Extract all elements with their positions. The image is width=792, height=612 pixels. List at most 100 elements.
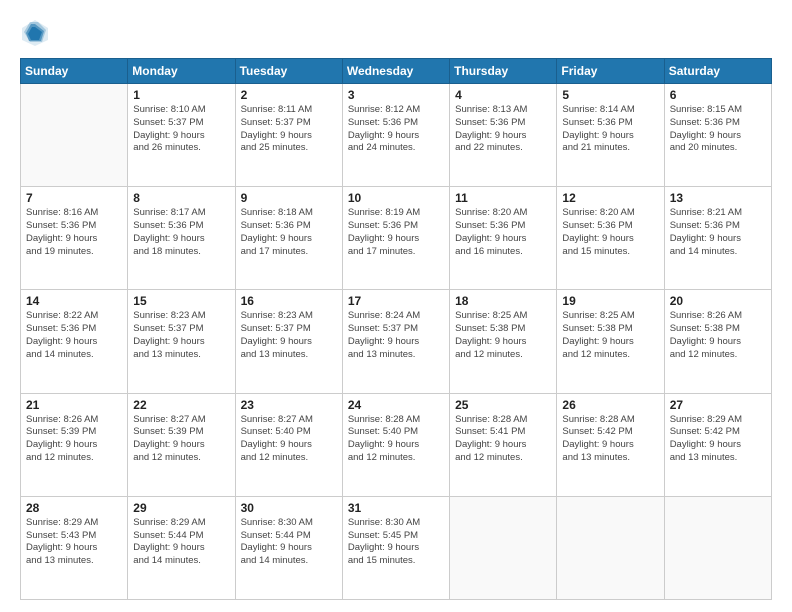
calendar-day-cell: 18 Sunrise: 8:25 AMSunset: 5:38 PMDayligh… — [450, 290, 557, 393]
day-number: 28 — [26, 501, 122, 515]
calendar-header-row: SundayMondayTuesdayWednesdayThursdayFrid… — [21, 59, 772, 84]
calendar-day-cell — [557, 496, 664, 599]
day-number: 16 — [241, 294, 337, 308]
day-info: Sunrise: 8:21 AMSunset: 5:36 PMDaylight:… — [670, 207, 766, 258]
calendar-day-cell: 11Sunrise: 8:20 AMSunset: 5:36 PMDayligh… — [450, 187, 557, 290]
calendar-day-cell — [664, 496, 771, 599]
calendar-day-cell: 25 Sunrise: 8:28 AMSunset: 5:41 PMDayligh… — [450, 393, 557, 496]
calendar-day-cell: 3 Sunrise: 8:12 AMSunset: 5:36 PMDaylight… — [342, 84, 449, 187]
day-number: 1 — [133, 88, 229, 102]
day-number: 18 — [455, 294, 551, 308]
day-info: Sunrise: 8:23 AMSunset: 5:37 PMDaylight:… — [241, 310, 337, 361]
calendar-day-cell: 15 Sunrise: 8:23 AMSunset: 5:37 PMDayligh… — [128, 290, 235, 393]
day-info: Sunrise: 8:19 AMSunset: 5:36 PMDaylight:… — [348, 207, 444, 258]
calendar-day-cell: 2Sunrise: 8:11 AMSunset: 5:37 PMDaylight… — [235, 84, 342, 187]
calendar-day-cell: 1 Sunrise: 8:10 AMSunset: 5:37 PMDaylight… — [128, 84, 235, 187]
day-info: Sunrise: 8:23 AMSunset: 5:37 PMDaylight:… — [133, 310, 229, 361]
day-info: Sunrise: 8:20 AMSunset: 5:36 PMDaylight:… — [562, 207, 658, 258]
calendar-weekday-thursday: Thursday — [450, 59, 557, 84]
calendar-weekday-friday: Friday — [557, 59, 664, 84]
calendar-weekday-sunday: Sunday — [21, 59, 128, 84]
day-info: Sunrise: 8:13 AMSunset: 5:36 PMDaylight:… — [455, 104, 551, 155]
day-info: Sunrise: 8:24 AMSunset: 5:37 PMDaylight:… — [348, 310, 444, 361]
calendar-day-cell: 17 Sunrise: 8:24 AMSunset: 5:37 PMDayligh… — [342, 290, 449, 393]
day-number: 7 — [26, 191, 122, 205]
logo-icon — [20, 18, 50, 48]
day-info: Sunrise: 8:30 AMSunset: 5:45 PMDaylight:… — [348, 517, 444, 568]
day-number: 13 — [670, 191, 766, 205]
calendar-day-cell: 13 Sunrise: 8:21 AMSunset: 5:36 PMDayligh… — [664, 187, 771, 290]
calendar-day-cell: 21 Sunrise: 8:26 AMSunset: 5:39 PMDayligh… — [21, 393, 128, 496]
day-info: Sunrise: 8:18 AMSunset: 5:36 PMDaylight:… — [241, 207, 337, 258]
calendar-day-cell: 14 Sunrise: 8:22 AMSunset: 5:36 PMDayligh… — [21, 290, 128, 393]
day-number: 9 — [241, 191, 337, 205]
day-info: Sunrise: 8:26 AMSunset: 5:38 PMDaylight:… — [670, 310, 766, 361]
calendar-day-cell: 5 Sunrise: 8:14 AMSunset: 5:36 PMDaylight… — [557, 84, 664, 187]
calendar-day-cell: 6Sunrise: 8:15 AMSunset: 5:36 PMDaylight… — [664, 84, 771, 187]
day-number: 20 — [670, 294, 766, 308]
day-number: 26 — [562, 398, 658, 412]
day-number: 2 — [241, 88, 337, 102]
calendar-day-cell — [21, 84, 128, 187]
logo — [20, 18, 54, 48]
calendar-table: SundayMondayTuesdayWednesdayThursdayFrid… — [20, 58, 772, 600]
day-number: 12 — [562, 191, 658, 205]
calendar-weekday-wednesday: Wednesday — [342, 59, 449, 84]
day-info: Sunrise: 8:25 AMSunset: 5:38 PMDaylight:… — [562, 310, 658, 361]
calendar-week-row: 1 Sunrise: 8:10 AMSunset: 5:37 PMDaylight… — [21, 84, 772, 187]
day-number: 17 — [348, 294, 444, 308]
day-number: 14 — [26, 294, 122, 308]
day-number: 3 — [348, 88, 444, 102]
day-info: Sunrise: 8:16 AMSunset: 5:36 PMDaylight:… — [26, 207, 122, 258]
day-info: Sunrise: 8:29 AMSunset: 5:42 PMDaylight:… — [670, 414, 766, 465]
calendar-day-cell: 28 Sunrise: 8:29 AMSunset: 5:43 PMDayligh… — [21, 496, 128, 599]
calendar-day-cell: 23 Sunrise: 8:27 AMSunset: 5:40 PMDayligh… — [235, 393, 342, 496]
calendar-day-cell: 26 Sunrise: 8:28 AMSunset: 5:42 PMDayligh… — [557, 393, 664, 496]
day-number: 24 — [348, 398, 444, 412]
calendar-weekday-tuesday: Tuesday — [235, 59, 342, 84]
calendar-day-cell: 7 Sunrise: 8:16 AMSunset: 5:36 PMDaylight… — [21, 187, 128, 290]
calendar-day-cell: 4 Sunrise: 8:13 AMSunset: 5:36 PMDaylight… — [450, 84, 557, 187]
calendar-day-cell — [450, 496, 557, 599]
day-number: 21 — [26, 398, 122, 412]
day-number: 27 — [670, 398, 766, 412]
day-info: Sunrise: 8:22 AMSunset: 5:36 PMDaylight:… — [26, 310, 122, 361]
day-info: Sunrise: 8:25 AMSunset: 5:38 PMDaylight:… — [455, 310, 551, 361]
day-info: Sunrise: 8:12 AMSunset: 5:36 PMDaylight:… — [348, 104, 444, 155]
calendar-day-cell: 9 Sunrise: 8:18 AMSunset: 5:36 PMDaylight… — [235, 187, 342, 290]
calendar-day-cell: 24 Sunrise: 8:28 AMSunset: 5:40 PMDayligh… — [342, 393, 449, 496]
calendar-week-row: 14 Sunrise: 8:22 AMSunset: 5:36 PMDayligh… — [21, 290, 772, 393]
calendar-day-cell: 12 Sunrise: 8:20 AMSunset: 5:36 PMDayligh… — [557, 187, 664, 290]
day-number: 4 — [455, 88, 551, 102]
day-number: 15 — [133, 294, 229, 308]
calendar-day-cell: 31 Sunrise: 8:30 AMSunset: 5:45 PMDayligh… — [342, 496, 449, 599]
day-info: Sunrise: 8:26 AMSunset: 5:39 PMDaylight:… — [26, 414, 122, 465]
day-number: 23 — [241, 398, 337, 412]
day-info: Sunrise: 8:28 AMSunset: 5:42 PMDaylight:… — [562, 414, 658, 465]
day-number: 29 — [133, 501, 229, 515]
day-info: Sunrise: 8:29 AMSunset: 5:43 PMDaylight:… — [26, 517, 122, 568]
header — [20, 18, 772, 48]
day-info: Sunrise: 8:15 AMSunset: 5:36 PMDaylight:… — [670, 104, 766, 155]
calendar-weekday-saturday: Saturday — [664, 59, 771, 84]
day-info: Sunrise: 8:29 AMSunset: 5:44 PMDaylight:… — [133, 517, 229, 568]
calendar-day-cell: 27 Sunrise: 8:29 AMSunset: 5:42 PMDayligh… — [664, 393, 771, 496]
calendar-day-cell: 8Sunrise: 8:17 AMSunset: 5:36 PMDaylight… — [128, 187, 235, 290]
page: SundayMondayTuesdayWednesdayThursdayFrid… — [0, 0, 792, 612]
day-info: Sunrise: 8:10 AMSunset: 5:37 PMDaylight:… — [133, 104, 229, 155]
calendar-day-cell: 19Sunrise: 8:25 AMSunset: 5:38 PMDayligh… — [557, 290, 664, 393]
calendar-day-cell: 29 Sunrise: 8:29 AMSunset: 5:44 PMDayligh… — [128, 496, 235, 599]
day-number: 31 — [348, 501, 444, 515]
day-info: Sunrise: 8:30 AMSunset: 5:44 PMDaylight:… — [241, 517, 337, 568]
calendar-day-cell: 22Sunrise: 8:27 AMSunset: 5:39 PMDayligh… — [128, 393, 235, 496]
calendar-week-row: 21 Sunrise: 8:26 AMSunset: 5:39 PMDayligh… — [21, 393, 772, 496]
day-number: 25 — [455, 398, 551, 412]
calendar-week-row: 28 Sunrise: 8:29 AMSunset: 5:43 PMDayligh… — [21, 496, 772, 599]
calendar-day-cell: 16 Sunrise: 8:23 AMSunset: 5:37 PMDayligh… — [235, 290, 342, 393]
day-number: 11 — [455, 191, 551, 205]
day-info: Sunrise: 8:14 AMSunset: 5:36 PMDaylight:… — [562, 104, 658, 155]
day-info: Sunrise: 8:28 AMSunset: 5:41 PMDaylight:… — [455, 414, 551, 465]
day-info: Sunrise: 8:28 AMSunset: 5:40 PMDaylight:… — [348, 414, 444, 465]
day-info: Sunrise: 8:27 AMSunset: 5:40 PMDaylight:… — [241, 414, 337, 465]
day-number: 5 — [562, 88, 658, 102]
